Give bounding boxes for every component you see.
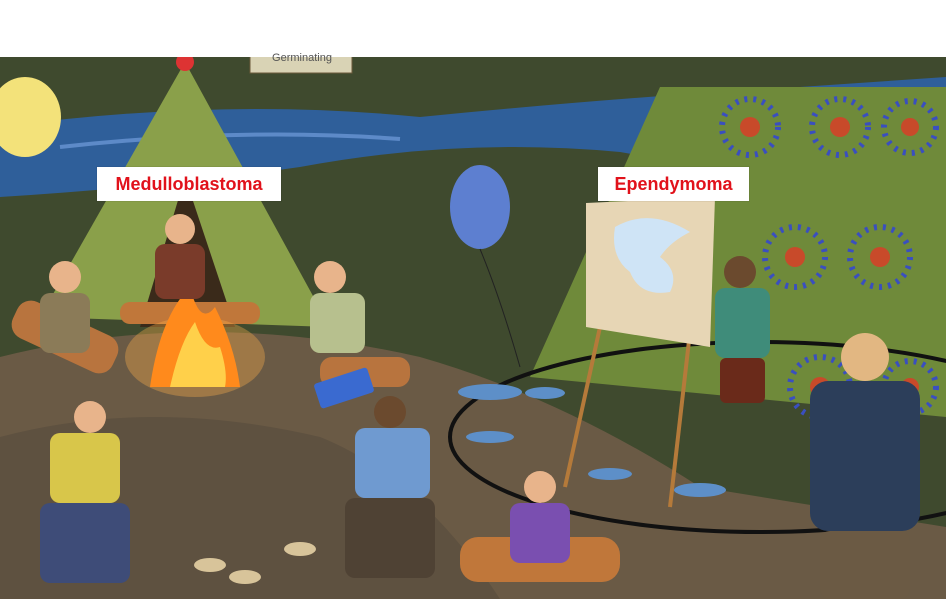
medulloblastoma-label: Medulloblastoma <box>97 167 281 201</box>
ependymoma-label: Ependymoma <box>598 167 749 201</box>
campfire-scene-illustration <box>0 57 946 599</box>
sign-text: Germinating <box>272 52 332 64</box>
blue-balloon <box>450 165 510 249</box>
